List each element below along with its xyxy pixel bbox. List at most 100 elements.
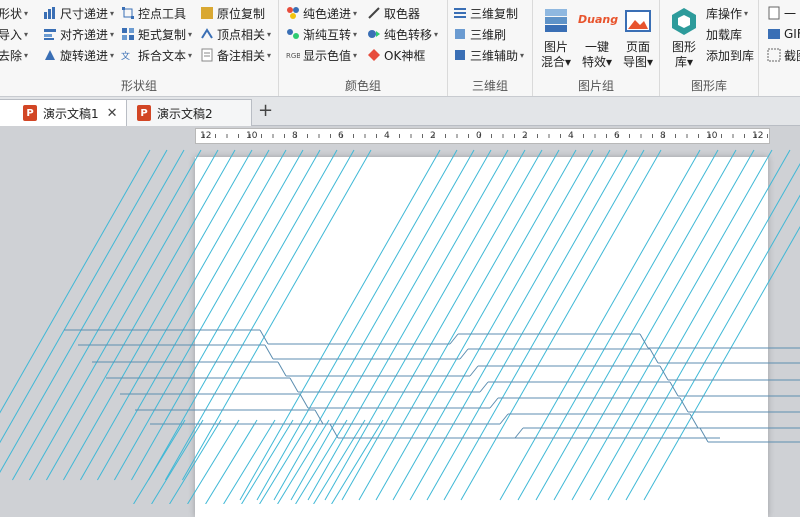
shape-library-label: 图形	[671, 40, 696, 54]
chevron-down-icon: ▾	[353, 50, 358, 60]
bar-size-icon	[43, 6, 57, 20]
ok-frame-icon	[367, 48, 381, 62]
color-transfer-label: 纯色转移	[384, 27, 433, 42]
ruler-label: 10	[246, 131, 258, 141]
ruler-label: 8	[292, 131, 298, 141]
screenshot-button[interactable]: 截图	[767, 45, 800, 65]
ruler-label: 4	[568, 131, 574, 141]
transfer-icon	[367, 27, 381, 41]
group-pictures: 图片 混合▾ Duang 一键 特效▾ 页面 导图▾ 图片组	[533, 0, 660, 96]
chevron-down-icon: ▾	[646, 55, 654, 69]
page-export-button[interactable]: 页面 导图▾	[619, 6, 657, 70]
copy-icon	[200, 6, 214, 20]
library-ops-label: 库操作	[706, 6, 743, 21]
tab-document-2-label: 演示文稿2	[157, 106, 213, 121]
split-text-button[interactable]: 文 拆合文本 ▾	[121, 45, 192, 65]
color-transfer-button[interactable]: 纯色转移 ▾	[367, 24, 438, 44]
color-progression-label: 纯色递进	[303, 6, 352, 21]
chevron-down-icon: ▾	[110, 50, 115, 60]
notes-button[interactable]: 备注相关 ▾	[200, 45, 271, 65]
one-label: 一	[784, 6, 797, 21]
ruler-label: 0	[476, 131, 482, 141]
ok-frame-label: OK神框	[384, 48, 426, 63]
ribbon: 形状 ▾ 导入 ▾ 去除 ▾ 尺寸递进 ▾ 对齐递进 ▾ 旋转递进 ▾ 控点工具 矩式复制 ▾	[0, 0, 800, 97]
handle-tool-label: 控点工具	[138, 6, 187, 21]
chevron-down-icon: ▾	[686, 55, 694, 69]
group-colors: 纯色递进 ▾ 渐纯互转 ▾ RGB 显示色值 ▾ 取色器 纯色转移 ▾ OK神框 颜色组	[279, 0, 448, 96]
gradient-convert-button[interactable]: 渐纯互转 ▾	[286, 24, 357, 44]
import-label: 导入	[0, 27, 23, 42]
rotate-progression-button[interactable]: 旋转递进 ▾	[43, 45, 114, 65]
3d-assist-button[interactable]: 三维辅助 ▾	[453, 45, 524, 65]
matrix-copy-button[interactable]: 矩式复制 ▾	[121, 24, 192, 44]
one-click-effect-button[interactable]: Duang 一键 特效▾	[577, 6, 618, 70]
remove-label: 去除	[0, 48, 23, 63]
vertex-button[interactable]: 顶点相关 ▾	[200, 24, 271, 44]
color-picker-button[interactable]: 取色器	[367, 3, 420, 23]
group-pictures-label: 图片组	[577, 79, 614, 93]
load-library-button[interactable]: 加载库	[706, 24, 742, 44]
matrix-copy-label: 矩式复制	[138, 27, 187, 42]
in-place-copy-label: 原位复制	[217, 6, 266, 21]
chevron-down-icon: ▾	[434, 29, 439, 39]
svg-text:文: 文	[121, 50, 130, 62]
group-shapes-label: 形状组	[120, 79, 157, 93]
tab-document-1[interactable]: P 演示文稿1 ✕	[0, 99, 128, 126]
art-line	[11, 149, 202, 481]
vertex-label: 顶点相关	[217, 27, 266, 42]
shape-library-button[interactable]: 图形 库▾	[664, 6, 704, 70]
art-line	[133, 419, 186, 504]
shape-button[interactable]: 形状 ▾	[0, 3, 28, 23]
ok-frame-button[interactable]: OK神框	[367, 45, 425, 65]
handle-icon	[121, 6, 135, 20]
3d-brush-label: 三维刷	[470, 27, 507, 42]
palette-icon	[286, 6, 300, 20]
tab-document-2[interactable]: P 演示文稿2	[126, 99, 252, 126]
add-to-library-label: 添加到库	[706, 48, 755, 63]
notes-label: 备注相关	[217, 48, 266, 63]
library-ops-button[interactable]: 库操作 ▾	[706, 3, 748, 23]
gif-button[interactable]: GIF	[767, 24, 800, 44]
handle-tool-button[interactable]: 控点工具	[121, 3, 186, 23]
group-shapes: 形状 ▾ 导入 ▾ 去除 ▾ 尺寸递进 ▾ 对齐递进 ▾ 旋转递进 ▾ 控点工具 矩式复制 ▾	[0, 0, 279, 96]
3d-assist-icon	[453, 48, 467, 62]
ruler-label: 2	[430, 131, 436, 141]
size-progression-button[interactable]: 尺寸递进 ▾	[43, 3, 114, 23]
chevron-down-icon: ▾	[110, 8, 115, 18]
ruler-label: 12	[752, 131, 764, 141]
art-line	[0, 149, 185, 474]
ruler-label: 12	[200, 131, 212, 141]
ruler-label: 8	[660, 131, 666, 141]
3d-copy-icon	[453, 6, 467, 20]
align-progression-button[interactable]: 对齐递进 ▾	[43, 24, 114, 44]
tab-document-1-label: 演示文稿1	[43, 106, 99, 121]
horizontal-ruler: 12 10 8 6 4 2 0 2 4 6 8 10 12	[195, 128, 770, 144]
close-icon[interactable]: ✕	[107, 106, 118, 121]
ruler-label: 6	[614, 131, 620, 141]
align-progression-label: 对齐递进	[60, 27, 109, 42]
powerpoint-icon: P	[23, 105, 37, 121]
in-place-copy-button[interactable]: 原位复制	[200, 3, 265, 23]
chevron-down-icon: ▾	[353, 29, 358, 39]
3d-copy-button[interactable]: 三维复制	[453, 3, 518, 23]
rgb-icon: RGB	[286, 48, 301, 62]
add-to-library-button[interactable]: 添加到库	[706, 45, 754, 65]
load-library-label: 加载库	[706, 27, 743, 42]
slide-canvas[interactable]	[195, 157, 768, 517]
remove-button[interactable]: 去除 ▾	[0, 45, 28, 65]
chevron-down-icon: ▾	[24, 50, 29, 60]
color-progression-button[interactable]: 纯色递进 ▾	[286, 3, 357, 23]
add-tab-button[interactable]: +	[258, 100, 273, 121]
3d-brush-button[interactable]: 三维刷	[453, 24, 506, 44]
chevron-down-icon: ▾	[24, 8, 29, 18]
picture-blend-button[interactable]: 图片 混合▾	[537, 6, 575, 70]
chevron-down-icon: ▾	[110, 29, 115, 39]
show-color-value-button[interactable]: RGB 显示色值 ▾	[286, 45, 357, 65]
chevron-down-icon: ▾	[24, 29, 29, 39]
import-button[interactable]: 导入 ▾	[0, 24, 28, 44]
show-color-value-label: 显示色值	[303, 48, 352, 63]
align-icon	[43, 27, 57, 41]
one-button[interactable]: 一	[767, 3, 796, 23]
group-tools: 一 GIF 截图	[759, 0, 800, 96]
chevron-down-icon: ▾	[520, 50, 525, 60]
